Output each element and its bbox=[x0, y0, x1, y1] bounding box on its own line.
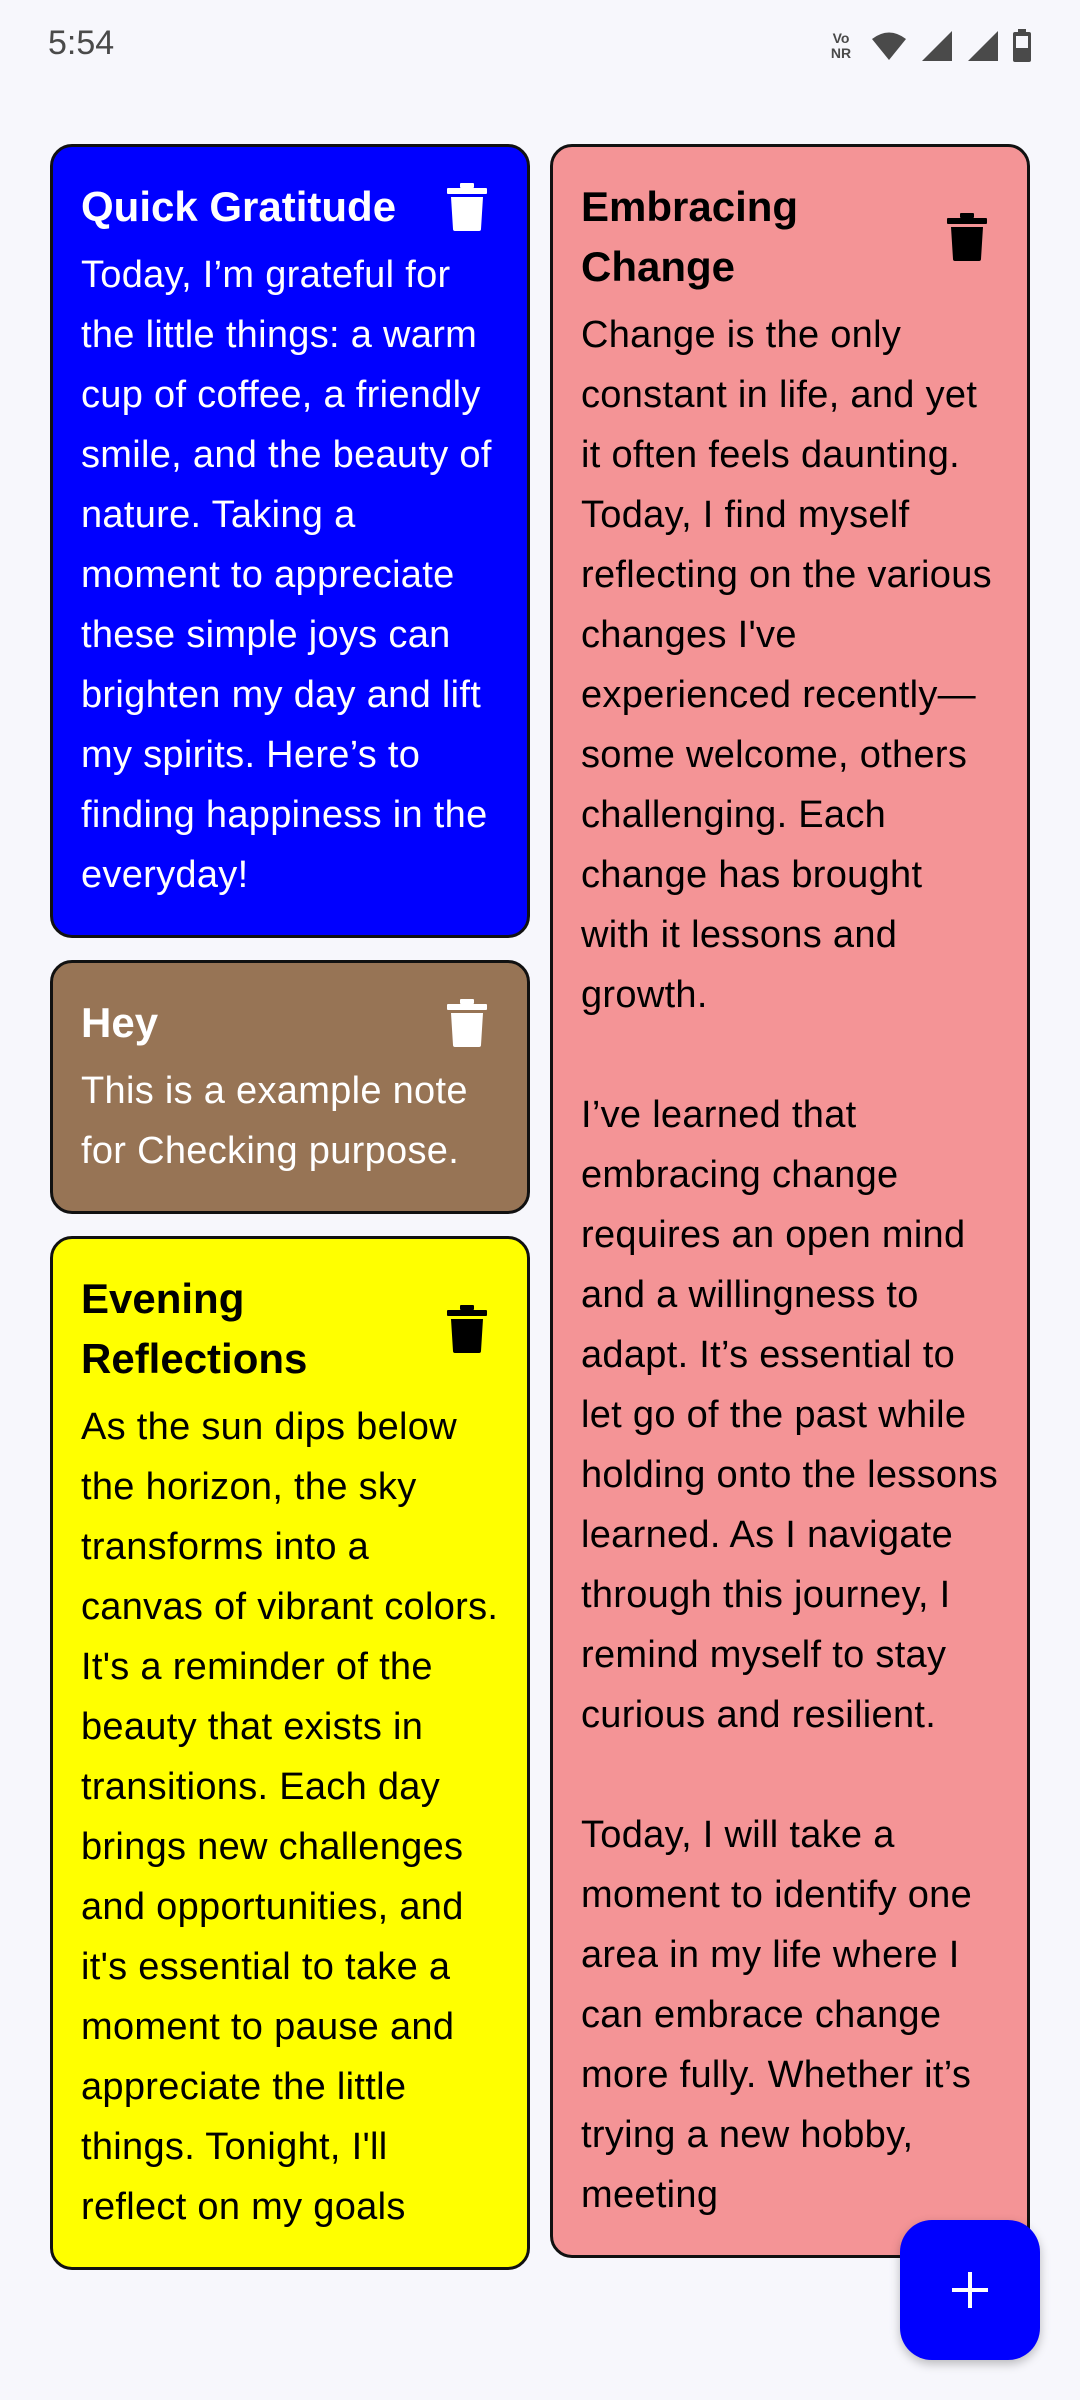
note-title: Embracing Change bbox=[581, 183, 799, 290]
signal-icon-2 bbox=[968, 31, 998, 61]
notes-column-right: Embracing Change Change is the only cons… bbox=[550, 144, 1030, 2280]
note-body: As the sun dips below the horizon, the s… bbox=[81, 1406, 510, 2228]
status-icons: Vo NR bbox=[824, 28, 1032, 64]
status-bar: 5:54 Vo NR bbox=[0, 0, 1080, 90]
delete-icon[interactable] bbox=[447, 1305, 487, 1353]
note-body: Today, I’m grateful for the little thing… bbox=[81, 254, 503, 896]
signal-icon bbox=[922, 31, 952, 61]
note-card-embracing-change[interactable]: Embracing Change Change is the only cons… bbox=[550, 144, 1030, 2258]
note-title: Evening Reflections bbox=[81, 1275, 308, 1382]
note-title: Quick Gratitude bbox=[81, 183, 397, 230]
delete-icon[interactable] bbox=[447, 999, 487, 1047]
wifi-icon bbox=[872, 32, 906, 60]
add-note-button[interactable] bbox=[900, 2220, 1040, 2360]
note-card-hey[interactable]: Hey This is a example note for Checking … bbox=[50, 960, 530, 1214]
volte-icon: Vo NR bbox=[830, 30, 852, 61]
delete-icon[interactable] bbox=[447, 183, 487, 231]
note-card-quick-gratitude[interactable]: Quick Gratitude Today, I’m grateful for … bbox=[50, 144, 530, 938]
status-time: 5:54 bbox=[48, 24, 115, 62]
note-title: Hey bbox=[81, 999, 159, 1046]
plus-icon bbox=[952, 2272, 988, 2308]
note-body: Change is the only constant in life, and… bbox=[581, 314, 999, 2216]
note-card-evening-reflections[interactable]: Evening Reflections As the sun dips belo… bbox=[50, 1236, 530, 2270]
battery-icon bbox=[1013, 29, 1031, 62]
notes-column-left: Quick Gratitude Today, I’m grateful for … bbox=[50, 144, 530, 2292]
note-body: This is a example note for Checking purp… bbox=[81, 1070, 479, 1172]
delete-icon[interactable] bbox=[947, 213, 987, 261]
